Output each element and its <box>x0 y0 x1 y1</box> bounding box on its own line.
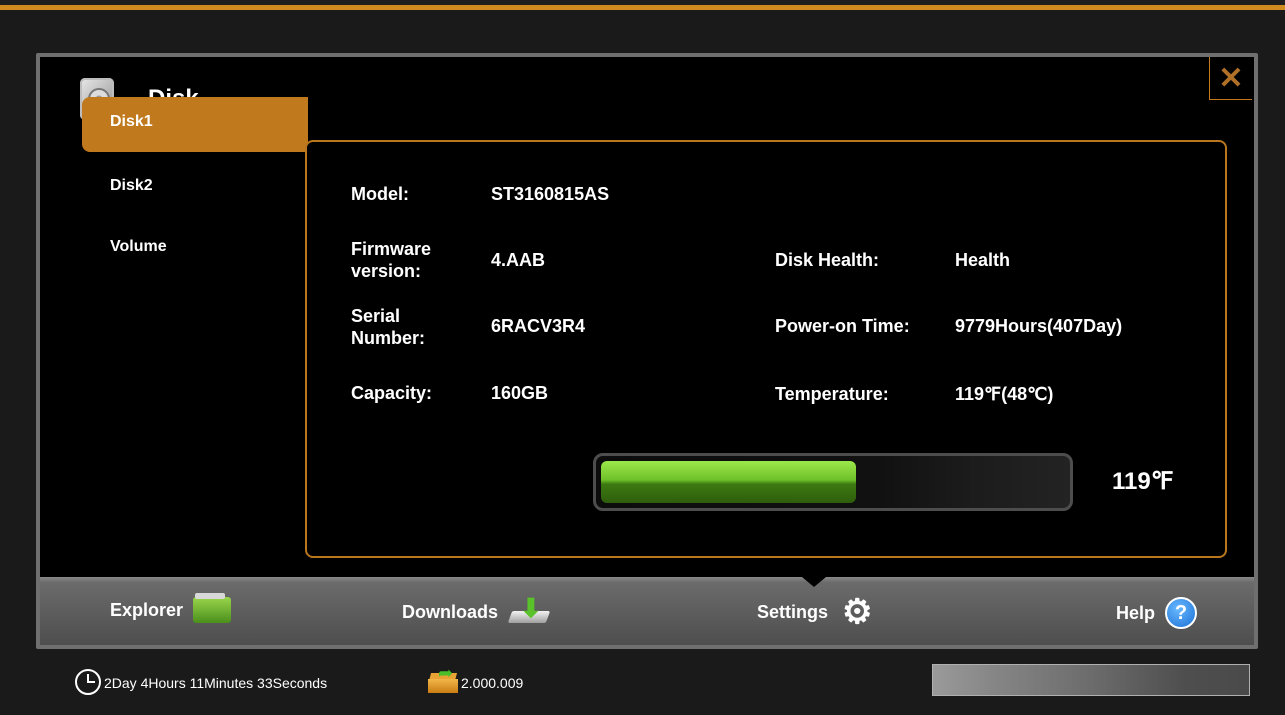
temperature-readout: 119℉ <box>1112 468 1174 495</box>
power-on-time-label: Power-on Time: <box>775 316 910 336</box>
status-progress-bar <box>932 664 1250 696</box>
temperature-gauge <box>593 453 1073 511</box>
tab-explorer[interactable]: Explorer <box>110 593 232 623</box>
status-bar: 2Day 4Hours 11Minutes 33Seconds ➦ 2.000.… <box>0 655 1285 715</box>
gear-icon: ⚙ <box>842 593 873 631</box>
disk-health-label: Disk Health: <box>775 250 880 270</box>
firmware-label: Firmware version: <box>351 238 431 282</box>
firmware-label-line1: Firmware <box>351 239 432 259</box>
model-label: Model: <box>351 184 409 204</box>
firmware-value: 4.AAB <box>491 250 546 270</box>
temperature-gauge-fill <box>601 461 856 503</box>
clock-icon <box>75 669 101 695</box>
tab-downloads[interactable]: Downloads ⬇ <box>402 595 551 627</box>
tab-downloads-label: Downloads <box>402 601 499 622</box>
help-icon: ? <box>1165 597 1198 629</box>
serial-value: 6RACV3R4 <box>491 316 586 336</box>
package-update-icon: ➦ <box>428 663 458 693</box>
download-icon: ⬇ <box>506 595 551 627</box>
tab-explorer-label: Explorer <box>110 599 184 620</box>
disk-info-panel: Model: ST3160815AS Firmware version: 4.A… <box>305 140 1227 558</box>
disk-window: Disk ✕ Disk1 Disk2 Volume Model: ST31608… <box>40 57 1254 577</box>
sidebar-item-disk1[interactable]: Disk1 <box>82 97 308 152</box>
capacity-value: 160GB <box>491 383 549 403</box>
folder-icon <box>193 593 232 623</box>
uptime-text: 2Day 4Hours 11Minutes 33Seconds <box>104 675 328 691</box>
serial-label-line2: Number: <box>351 328 426 348</box>
tab-help[interactable]: Help ? <box>1116 597 1198 629</box>
version-text: 2.000.009 <box>461 675 524 691</box>
temperature-label: Temperature: <box>775 384 889 404</box>
sidebar-item-volume[interactable]: Volume <box>82 219 308 274</box>
active-tab-pointer <box>802 577 826 587</box>
bottom-tab-bar: Explorer Downloads ⬇ Settings ⚙ Help ? <box>40 577 1254 645</box>
close-button[interactable]: ✕ <box>1209 57 1252 100</box>
tab-settings-label: Settings <box>757 601 829 622</box>
disk-health-value: Health <box>955 250 1011 270</box>
model-value: ST3160815AS <box>491 184 610 204</box>
serial-label: Serial Number: <box>351 305 425 349</box>
top-accent-bar <box>0 0 1285 10</box>
tab-settings[interactable]: Settings ⚙ <box>757 593 873 631</box>
capacity-label: Capacity: <box>351 383 433 403</box>
disk-sidebar: Disk1 Disk2 Volume <box>82 97 308 280</box>
temperature-value: 119℉(48℃) <box>955 384 1054 404</box>
serial-label-line1: Serial <box>351 306 401 326</box>
tab-help-label: Help <box>1116 602 1156 623</box>
firmware-label-line2: version: <box>351 261 422 281</box>
sidebar-item-disk2[interactable]: Disk2 <box>82 158 308 213</box>
power-on-time-value: 9779Hours(407Day) <box>955 316 1123 336</box>
